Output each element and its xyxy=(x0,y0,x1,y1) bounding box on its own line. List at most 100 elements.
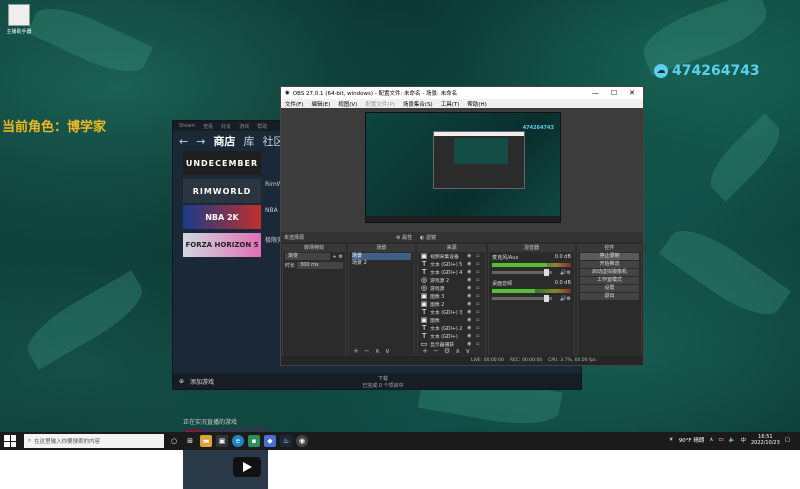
lock-icon[interactable]: ▫ xyxy=(476,293,483,299)
steam-menu-item[interactable]: 帮助 xyxy=(257,123,267,130)
eye-icon[interactable]: ◉ xyxy=(467,325,474,331)
lock-icon[interactable]: ▫ xyxy=(476,277,483,283)
eye-icon[interactable]: ◉ xyxy=(467,333,474,339)
menu-view[interactable]: 视图(V) xyxy=(338,100,357,108)
app-icon[interactable]: ▪ xyxy=(248,435,260,447)
chevron-up-icon[interactable]: ∧ xyxy=(375,347,380,355)
settings-button[interactable]: 设置 xyxy=(579,285,639,292)
play-icon[interactable] xyxy=(233,457,261,477)
notification-icon[interactable]: ▢ xyxy=(785,437,790,443)
obs-preview[interactable]: 474264743 xyxy=(281,108,643,232)
menu-edit[interactable]: 编辑(E) xyxy=(311,100,330,108)
eye-icon[interactable]: ◉ xyxy=(467,317,474,323)
steam-menu-item[interactable]: 游戏 xyxy=(239,123,249,130)
steam-icon[interactable]: ♨ xyxy=(280,435,292,447)
exit-button[interactable]: 退出 xyxy=(579,293,639,300)
source-item[interactable]: ◎ 游戏源 2 ◉ ▫ xyxy=(418,276,485,284)
lock-icon[interactable]: ▫ xyxy=(476,253,483,259)
gear-icon[interactable]: ⚙ xyxy=(566,296,570,302)
menu-profile[interactable]: 配置文件(P) xyxy=(365,100,395,108)
chevron-down-icon[interactable]: ∨ xyxy=(385,347,390,355)
obs-icon[interactable]: ◉ xyxy=(296,435,308,447)
add-icon[interactable]: + xyxy=(353,347,359,355)
volume-slider[interactable] xyxy=(492,269,553,276)
add-icon[interactable]: ⊕ xyxy=(179,378,184,385)
lock-icon[interactable]: ▫ xyxy=(476,285,483,291)
remove-icon[interactable]: − xyxy=(433,347,439,355)
eye-icon[interactable]: ◉ xyxy=(467,277,474,283)
game-row[interactable]: NBA 2K xyxy=(183,205,263,231)
maximize-icon[interactable]: ☐ xyxy=(611,89,617,97)
nav-store[interactable]: 商店 xyxy=(213,133,235,149)
menu-help[interactable]: 帮助(H) xyxy=(467,100,486,108)
add-game-button[interactable]: 添加游戏 xyxy=(190,377,214,386)
transition-select[interactable]: 渐变 xyxy=(285,253,331,260)
back-arrow-icon[interactable]: ← xyxy=(179,135,188,148)
source-item[interactable]: ▣ 图像 3 ◉ ▫ xyxy=(418,292,485,300)
taskbar-search[interactable]: ⌕ 在这里输入你要搜索的内容 xyxy=(24,434,164,448)
menu-file[interactable]: 文件(F) xyxy=(285,100,303,108)
lock-icon[interactable]: ▫ xyxy=(476,317,483,323)
source-item[interactable]: ▣ 图像 ◉ ▫ xyxy=(418,316,485,324)
chevron-up-icon[interactable]: ∧ xyxy=(709,437,713,443)
source-item[interactable]: T 文本 (GDI+) 4 ◉ ▫ xyxy=(418,268,485,276)
obs-window[interactable]: ◉ OBS 27.0.1 (64-bit, windows) - 配置文件: 未… xyxy=(280,86,644,366)
steam-menu-item[interactable]: 好友 xyxy=(221,123,231,130)
eye-icon[interactable]: ◉ xyxy=(467,253,474,259)
game-row[interactable]: FORZA HORIZON 5 xyxy=(183,233,263,259)
chevron-down-icon[interactable]: ∨ xyxy=(465,347,470,355)
gear-icon[interactable]: ⚙ xyxy=(339,254,343,260)
minimize-icon[interactable]: — xyxy=(592,89,599,97)
lock-icon[interactable]: ▫ xyxy=(476,309,483,315)
eye-icon[interactable]: ◉ xyxy=(467,301,474,307)
lock-icon[interactable]: ▫ xyxy=(476,325,483,331)
nav-library[interactable]: 库 xyxy=(243,133,254,149)
source-item[interactable]: ▣ 视频采集设备 ◉ ▫ xyxy=(418,252,485,260)
task-view-icon[interactable]: ○ xyxy=(168,435,180,447)
source-item[interactable]: T 文本 (GDI+) 3 ◉ ▫ xyxy=(418,308,485,316)
download-status[interactable]: 下载 已完成 0 个项目中 xyxy=(343,375,423,389)
eye-icon[interactable]: ◉ xyxy=(467,285,474,291)
stop-recording-button[interactable]: 停止录制 xyxy=(579,253,639,260)
remove-icon[interactable]: − xyxy=(364,347,370,355)
start-streaming-button[interactable]: 开始推流 xyxy=(579,261,639,268)
menu-tools[interactable]: 工具(T) xyxy=(441,100,460,108)
source-item[interactable]: T 文本 (GDI+) 5 ◉ ▫ xyxy=(418,260,485,268)
filters-button[interactable]: ◐ 滤镜 xyxy=(420,234,436,241)
volume-slider-knob[interactable] xyxy=(544,295,550,302)
source-item[interactable]: T 文本 (GDI+) 2 ◉ ▫ xyxy=(418,324,485,332)
eye-icon[interactable]: ◉ xyxy=(467,309,474,315)
studio-mode-button[interactable]: 工作室模式 xyxy=(579,277,639,284)
ime-indicator[interactable]: 中 xyxy=(740,436,746,444)
steam-menu-item[interactable]: Steam xyxy=(179,123,195,129)
start-virtual-camera-button[interactable]: 启动虚拟摄像机 xyxy=(579,269,639,276)
forward-arrow-icon[interactable]: → xyxy=(196,135,205,148)
game-row[interactable]: RIMWORLD xyxy=(183,179,263,205)
app-icon[interactable]: ◆ xyxy=(264,435,276,447)
eye-icon[interactable]: ◉ xyxy=(467,293,474,299)
scene-item[interactable]: 场景 xyxy=(352,253,412,260)
weather-text[interactable]: 90°F 晴朗 xyxy=(679,436,705,444)
add-icon[interactable]: + xyxy=(332,254,336,260)
source-item[interactable]: ▣ 图像 2 ◉ ▫ xyxy=(418,300,485,308)
network-icon[interactable]: ▭ xyxy=(718,437,723,443)
menu-scene-collection[interactable]: 场景集合(S) xyxy=(403,100,433,108)
weather-icon[interactable]: ☀ xyxy=(669,437,674,443)
game-row[interactable]: UNDECEMBER xyxy=(183,151,263,177)
volume-icon[interactable]: 🔈 xyxy=(729,437,736,443)
add-icon[interactable]: + xyxy=(422,347,428,355)
lock-icon[interactable]: ▫ xyxy=(476,301,483,307)
duration-input[interactable]: 300 ms xyxy=(297,262,343,269)
lock-icon[interactable]: ▫ xyxy=(476,333,483,339)
volume-slider-knob[interactable] xyxy=(544,269,550,276)
edge-icon[interactable]: e xyxy=(232,435,244,447)
store-icon[interactable]: ▣ xyxy=(216,435,228,447)
eye-icon[interactable]: ◉ xyxy=(467,269,474,275)
chevron-up-icon[interactable]: ∧ xyxy=(455,347,460,355)
steam-menu-item[interactable]: 查看 xyxy=(203,123,213,130)
source-item[interactable]: ◎ 游戏源 ◉ ▫ xyxy=(418,284,485,292)
gear-icon[interactable]: ⚙ xyxy=(566,270,570,276)
windows-start-icon[interactable] xyxy=(4,435,16,447)
properties-button[interactable]: ⚙ 属性 xyxy=(396,234,412,241)
lock-icon[interactable]: ▫ xyxy=(476,269,483,275)
